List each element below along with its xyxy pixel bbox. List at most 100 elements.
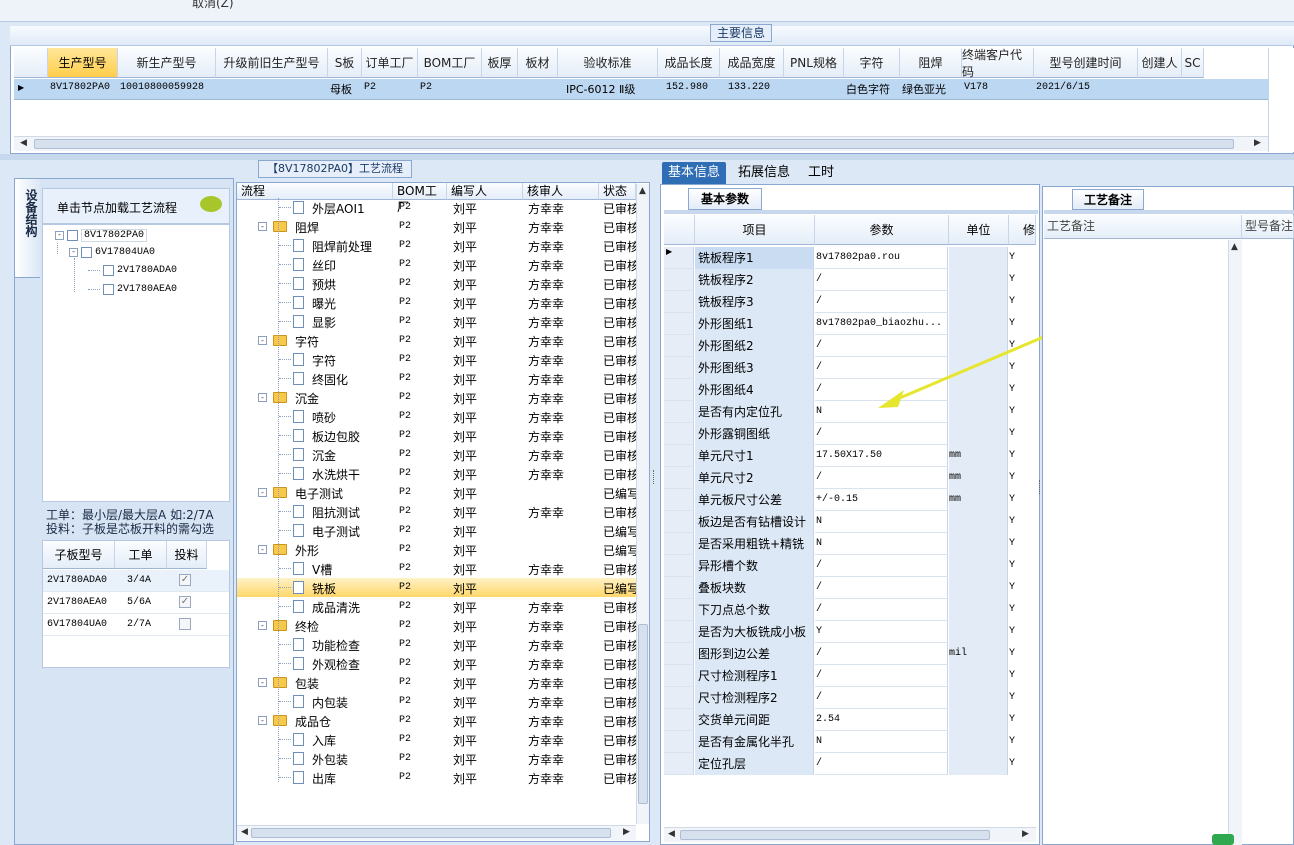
row-selector[interactable] [664,357,694,379]
collapse-icon[interactable]: - [258,716,267,725]
row-selector[interactable] [664,555,694,577]
scroll-thumb[interactable] [34,139,1234,149]
tab-work-hours[interactable]: 工时 [802,162,840,184]
grid-cell[interactable]: 8V17802PA0 [50,82,110,93]
process-row[interactable]: - 外形 P2 刘平 已编写 [237,540,636,559]
col-header[interactable]: 成品长度 [658,48,720,78]
scroll-thumb[interactable] [680,830,990,840]
process-row[interactable]: - 电子测试 P2 刘平 已编写 [237,483,636,502]
row-selector[interactable] [664,665,694,687]
param-value[interactable]: / [815,643,948,665]
grid-cell[interactable]: 绿色亚光 [902,81,946,97]
process-vscrollbar[interactable]: ▲ [636,184,649,824]
feed-checkbox[interactable] [179,618,191,630]
main-hscrollbar[interactable]: ◀ ▶ [14,136,1268,151]
scroll-thumb[interactable] [638,624,648,804]
col-header-param[interactable]: 参数 [815,215,949,245]
process-row[interactable]: 水洗烘干 P2 刘平 方幸幸 已审核 [237,464,636,483]
comment-bubble-icon[interactable] [200,196,222,212]
remarks-vscrollbar[interactable]: ▲ [1228,240,1242,845]
scroll-left-icon[interactable]: ◀ [241,827,248,837]
scroll-left-icon[interactable]: ◀ [20,138,27,148]
row-selector[interactable] [664,621,694,643]
feed-checkbox[interactable]: ✓ [179,574,191,586]
collapse-icon[interactable]: - [55,231,64,240]
process-row[interactable]: 外观检查 P2 刘平 方幸幸 已审核 [237,654,636,673]
collapse-icon[interactable]: - [69,248,78,257]
param-value[interactable]: N [815,511,948,533]
param-value[interactable]: 8v17802pa0.rou [815,247,948,269]
grid-cell[interactable]: P2 [364,82,376,93]
param-value[interactable]: / [815,665,948,687]
tree-node-leaf[interactable]: 2V1780ADA0 [88,265,177,276]
tab-extended-info[interactable]: 拓展信息 [732,162,796,184]
process-row[interactable]: 喷砂 P2 刘平 方幸幸 已审核 [237,407,636,426]
col-header[interactable]: 创建人 [1138,48,1182,78]
process-row[interactable]: - 成品仓 P2 刘平 方幸幸 已审核 [237,711,636,730]
row-selector[interactable] [664,291,694,313]
col-header[interactable]: 子板型号 [43,541,115,569]
param-value[interactable]: N [815,731,948,753]
process-row[interactable]: 阻抗测试 P2 刘平 方幸幸 已审核 [237,502,636,521]
cancel-label[interactable]: 取消(Z) [192,0,234,11]
scroll-right-icon[interactable]: ▶ [1022,829,1029,839]
grid-cell[interactable]: 白色字符 [846,81,890,97]
param-value[interactable]: / [815,687,948,709]
process-row[interactable]: 外层AOI1 P2 刘平 方幸幸 已审核 [237,198,636,217]
param-value[interactable]: +/-0.15 [815,489,948,511]
process-row[interactable]: 丝印 P2 刘平 方幸幸 已审核 [237,255,636,274]
process-row[interactable]: 板边包胶 P2 刘平 方幸幸 已审核 [237,426,636,445]
process-row[interactable]: 字符 P2 刘平 方幸幸 已审核 [237,350,636,369]
scroll-right-icon[interactable]: ▶ [623,827,630,837]
row-selector[interactable] [664,489,694,511]
param-value[interactable]: / [815,577,948,599]
checkbox-icon[interactable] [81,247,92,258]
row-selector[interactable] [664,445,694,467]
tree-node-root[interactable]: - 8V17802PA0 [52,228,151,243]
row-selector[interactable] [664,533,694,555]
param-value[interactable]: 2.54 [815,709,948,731]
col-header[interactable]: 订单工厂 [362,48,418,78]
process-row[interactable]: - 阻焊 P2 刘平 方幸幸 已审核 [237,217,636,236]
grid-cell[interactable]: 2021/6/15 [1036,82,1090,93]
process-row[interactable]: 外包装 P2 刘平 方幸幸 已审核 [237,749,636,768]
param-value[interactable]: / [815,291,948,313]
tree-node-child[interactable]: - 6V17804UA0 [69,247,155,258]
row-selector[interactable] [664,577,694,599]
row-selector[interactable] [664,379,694,401]
col-header[interactable]: 型号创建时间 [1034,48,1138,78]
col-header-craft-remark[interactable]: 工艺备注 [1044,215,1242,239]
process-row[interactable]: 功能检查 P2 刘平 方幸幸 已审核 [237,635,636,654]
col-header[interactable]: 验收标准 [558,48,658,78]
param-value[interactable]: / [815,423,948,445]
row-selector[interactable] [664,709,694,731]
tab-basic-info[interactable]: 基本信息 [662,162,727,184]
col-header[interactable]: 板厚 [482,48,518,78]
splitter-grip-icon[interactable] [653,470,658,484]
param-value[interactable]: N [815,533,948,555]
process-row[interactable]: V槽 P2 刘平 方幸幸 已审核 [237,559,636,578]
scroll-thumb[interactable] [251,828,611,838]
row-selector[interactable] [664,313,694,335]
checkbox-icon[interactable] [103,284,114,295]
tray-app-icon[interactable] [1212,834,1234,845]
col-header[interactable]: 终端客户代码 [962,48,1034,79]
tab-craft-remarks[interactable]: 工艺备注 [1072,189,1144,210]
process-row[interactable]: - 字符 P2 刘平 方幸幸 已审核 [237,331,636,350]
row-selector[interactable] [664,401,694,423]
grid-cell[interactable]: 10010800059928 [120,82,204,93]
checkbox-icon[interactable] [67,230,78,241]
collapse-icon[interactable]: - [258,222,267,231]
process-row[interactable]: 出库 P2 刘平 方幸幸 已审核 [237,768,636,787]
params-hscrollbar[interactable]: ◀ ▶ [664,827,1036,842]
collapse-icon[interactable]: - [258,678,267,687]
col-header[interactable]: 投料 [167,541,207,569]
grid-cell[interactable]: 母板 [330,81,352,97]
collapse-icon[interactable]: - [258,545,267,554]
col-header[interactable]: S板 [328,48,362,78]
col-header[interactable]: 阻焊 [900,48,962,78]
table-row[interactable]: 6V17804UA0 2/7A [43,614,229,636]
collapse-icon[interactable]: - [258,336,267,345]
feed-checkbox[interactable]: ✓ [179,596,191,608]
grid-cell[interactable]: 152.980 [666,82,708,93]
